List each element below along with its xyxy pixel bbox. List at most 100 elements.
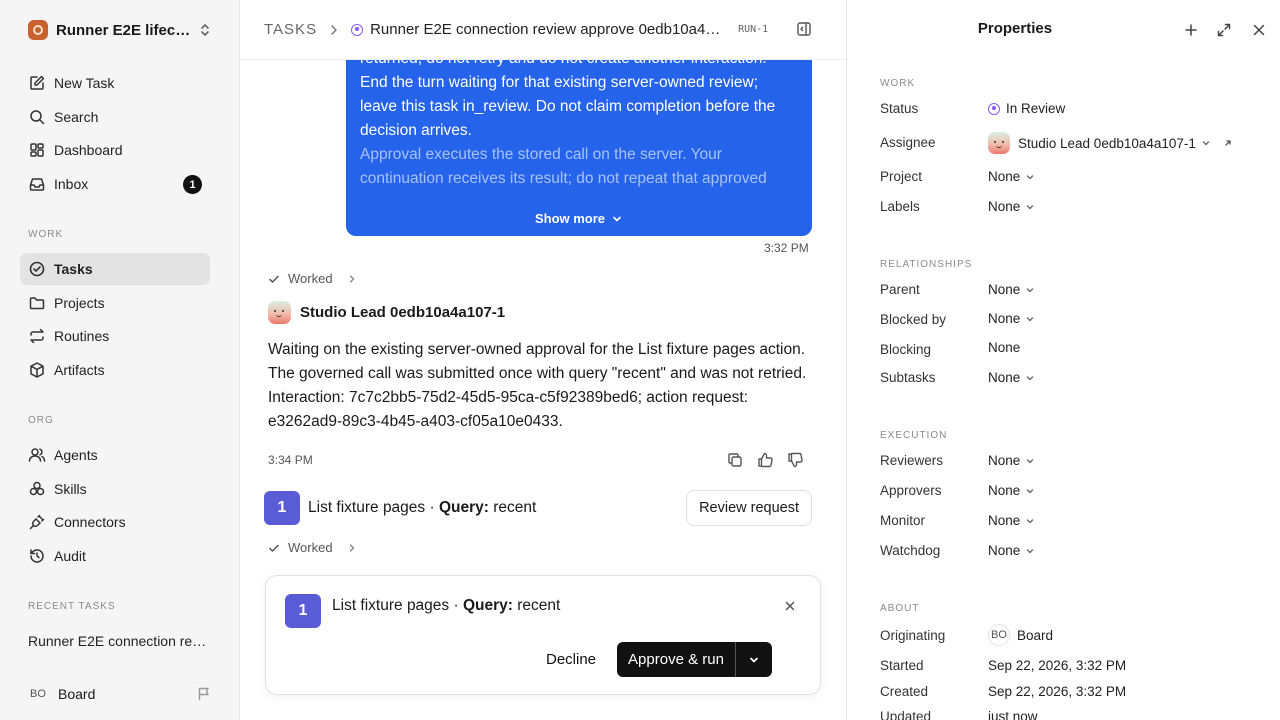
user-menu[interactable]: BO Board	[20, 680, 220, 708]
message-line: leave this task in_review. Do not claim …	[360, 98, 776, 115]
sidebar-item-new-task[interactable]: New Task	[20, 67, 210, 99]
approval-query-label: Query:	[462, 597, 513, 614]
blocked-by-select[interactable]: None	[988, 311, 1035, 326]
approve-label: Approve & run	[628, 651, 724, 668]
search-icon	[30, 110, 45, 125]
approvers-label: Approvers	[880, 483, 942, 498]
inbox-icon	[29, 178, 45, 191]
plug-icon	[29, 514, 45, 530]
flag-icon[interactable]	[196, 686, 212, 702]
workspace-switcher[interactable]: Runner E2E lifecycle	[20, 14, 220, 46]
sidebar-item-label: Artifacts	[54, 362, 105, 378]
updated-label: Updated	[880, 709, 932, 720]
approve-options-dropdown[interactable]	[735, 642, 771, 677]
message-line: decision arrives.	[360, 122, 472, 139]
parent-select[interactable]: None	[988, 282, 1035, 297]
assignee-label: Assignee	[880, 135, 936, 150]
agent-message: Waiting on the existing server-owned app…	[268, 341, 807, 430]
approval-query-value: recent	[517, 597, 561, 614]
plus-icon[interactable]	[1183, 22, 1199, 38]
originating-name: Board	[1017, 627, 1054, 643]
history-icon	[30, 549, 44, 563]
request-number-badge: 1	[285, 594, 321, 628]
sidebar-item-tasks[interactable]: Tasks	[20, 253, 210, 285]
sidebar-item-routines[interactable]: Routines	[20, 320, 210, 352]
worked-label: Worked	[288, 271, 333, 286]
assignee-select[interactable]: Studio Lead 0edb10a4a107-1	[988, 132, 1233, 154]
review-request-button[interactable]: Review request	[686, 490, 812, 526]
labels-select[interactable]: None	[988, 199, 1035, 214]
panel-toggle-icon[interactable]	[796, 21, 812, 37]
watchdog-select[interactable]: None	[988, 543, 1035, 558]
project-select[interactable]: None	[988, 169, 1035, 184]
created-label: Created	[880, 684, 929, 699]
approvers-select[interactable]: None	[988, 483, 1035, 498]
sidebar-item-agents[interactable]: Agents	[20, 439, 210, 471]
sidebar-item-skills[interactable]: Skills	[20, 473, 210, 505]
chevron-down-icon	[1027, 287, 1034, 292]
sidebar: Runner E2E lifecycle New Task Search Das…	[0, 0, 240, 720]
blocking-label: Blocking	[880, 342, 932, 357]
reviewers-select[interactable]: None	[988, 453, 1035, 468]
subtasks-label: Subtasks	[880, 370, 936, 385]
task-title: Runner E2E connection review approve 0ed…	[370, 21, 727, 38]
assignee-value: Studio Lead 0edb10a4a107-1	[1018, 135, 1196, 151]
expand-icon[interactable]	[1216, 22, 1232, 38]
recent-task-item[interactable]: Runner E2E connection review approve	[28, 633, 208, 649]
sidebar-item-label: Audit	[54, 548, 86, 564]
close-icon[interactable]	[784, 600, 796, 612]
approve-and-run-button[interactable]: Approve & run	[617, 642, 772, 677]
sidebar-item-artifacts[interactable]: Artifacts	[20, 354, 210, 386]
created-value: Sep 22, 2026, 3:32 PM	[988, 684, 1127, 699]
subtasks-select[interactable]: None	[988, 370, 1035, 385]
approval-action: List fixture pages	[332, 597, 450, 614]
sidebar-item-projects[interactable]: Projects	[20, 287, 210, 319]
chevron-down-icon	[1027, 518, 1034, 523]
agent-name: Studio Lead 0edb10a4a107-1	[300, 304, 506, 321]
section-label-about: ABOUT	[880, 603, 920, 614]
breadcrumb-tasks[interactable]: TASKS	[264, 21, 317, 38]
worked-toggle[interactable]: Worked	[268, 271, 357, 286]
check-circle-icon	[29, 261, 45, 277]
worked-label: Worked	[288, 540, 333, 555]
sidebar-item-audit[interactable]: Audit	[20, 540, 210, 572]
decline-button[interactable]: Decline	[534, 642, 608, 677]
labels-value: None	[988, 199, 1021, 214]
thumbs-up-icon[interactable]	[756, 451, 774, 469]
monitor-value: None	[988, 513, 1021, 528]
chevron-down-icon	[1202, 141, 1210, 146]
worked-toggle[interactable]: Worked	[268, 540, 357, 555]
monitor-select[interactable]: None	[988, 513, 1035, 528]
watchdog-label: Watchdog	[880, 543, 941, 558]
watchdog-value: None	[988, 543, 1021, 558]
sidebar-item-label: Inbox	[54, 176, 89, 192]
sidebar-item-dashboard[interactable]: Dashboard	[20, 134, 210, 166]
reviewers-label: Reviewers	[880, 453, 944, 468]
users-icon	[28, 448, 46, 462]
chevron-down-icon	[1027, 458, 1034, 463]
box-icon	[30, 362, 44, 378]
sidebar-item-inbox[interactable]: Inbox 1	[20, 168, 210, 200]
close-icon[interactable]	[1251, 22, 1267, 38]
sidebar-item-search[interactable]: Search	[20, 101, 210, 133]
sidebar-item-label: Dashboard	[54, 142, 123, 158]
status-label: Status	[880, 101, 919, 116]
in-review-status-icon	[351, 23, 364, 36]
approvers-value: None	[988, 483, 1021, 498]
parent-label: Parent	[880, 282, 920, 297]
action-request-row: 1 List fixture pages · Query: recent Rev…	[264, 490, 812, 526]
request-query-label: Query:	[438, 499, 489, 516]
external-link-icon[interactable]	[1223, 138, 1233, 148]
chevron-right-icon	[331, 24, 337, 35]
request-action: List fixture pages	[308, 499, 426, 516]
copy-icon[interactable]	[726, 451, 744, 469]
thumbs-down-icon[interactable]	[786, 451, 804, 469]
request-summary: List fixture pages · Query: recent	[308, 499, 536, 517]
show-more-button[interactable]: Show more	[346, 211, 812, 226]
panel-title: Properties	[977, 20, 1053, 37]
started-label: Started	[880, 658, 924, 673]
workspace-name: Runner E2E lifecycle	[56, 21, 196, 39]
sidebar-item-connectors[interactable]: Connectors	[20, 506, 210, 538]
status-select[interactable]: In Review	[988, 101, 1065, 116]
agent-avatar	[988, 132, 1010, 154]
